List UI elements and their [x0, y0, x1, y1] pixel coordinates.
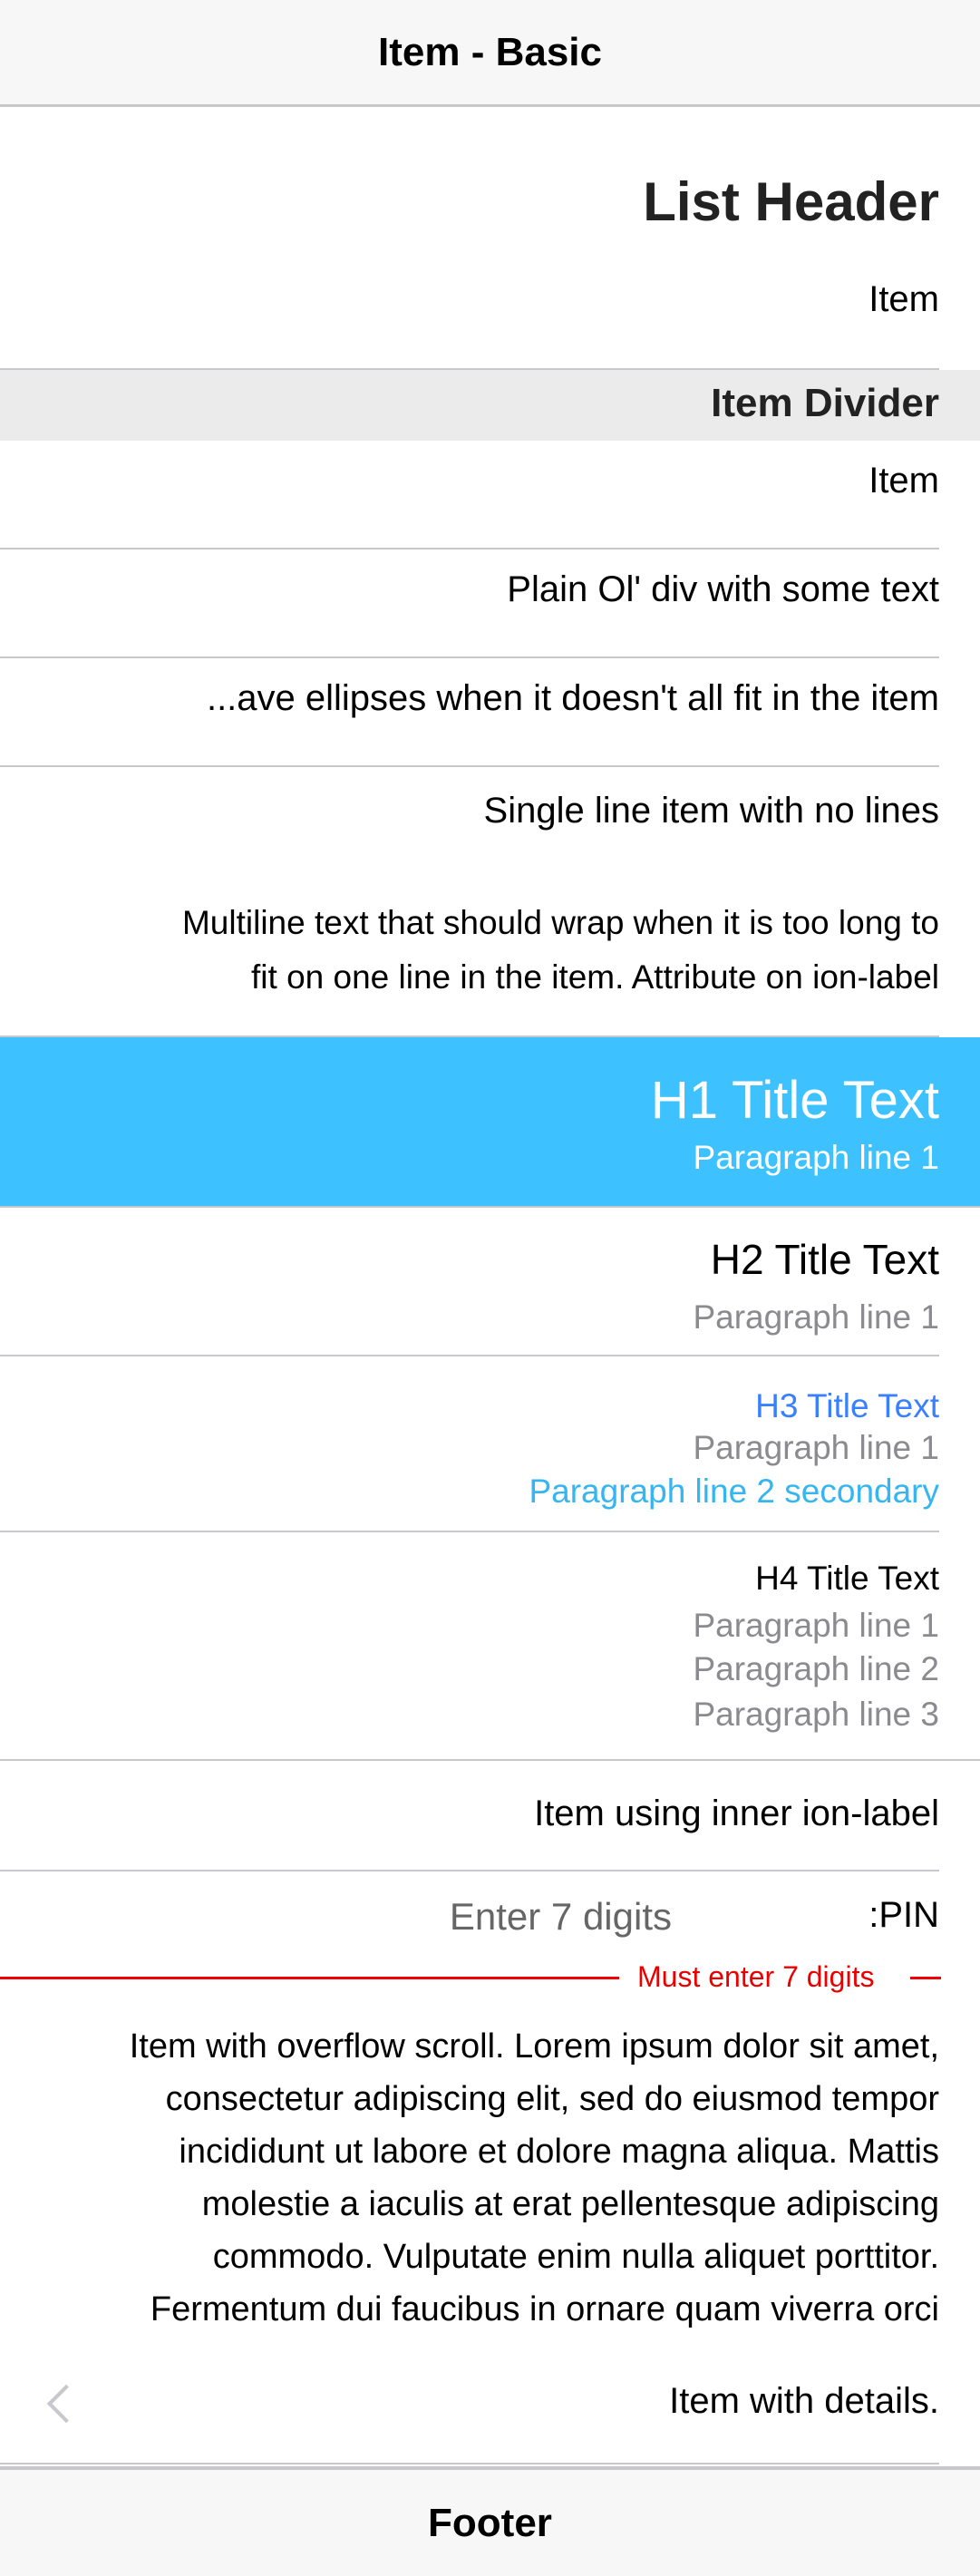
h2-title: H2 Title Text [710, 1236, 939, 1283]
overflow-line: incididunt ut labore et dolore magna ali… [179, 2133, 939, 2171]
page-title: Item - Basic [378, 29, 602, 74]
h1-title: H1 Title Text [650, 1071, 939, 1130]
h4-paragraph-1: Paragraph line 1 [693, 1607, 939, 1644]
item-separator [0, 548, 939, 549]
list-item[interactable]: Item [0, 453, 980, 524]
list-item-details[interactable]: Item with details. [0, 2359, 980, 2450]
list-item-h2[interactable]: H2 Title Text Paragraph line 1 [0, 1208, 980, 1355]
chevron-left-icon [46, 2384, 86, 2424]
pin-error-underline [0, 1977, 619, 1979]
list-item-h4[interactable]: H4 Title Text Paragraph line 1 Paragraph… [0, 1532, 980, 1759]
list-item-h3[interactable]: H3 Title Text Paragraph line 1 Paragraph… [0, 1356, 980, 1529]
item-separator [0, 656, 939, 658]
h1-paragraph-1: Paragraph line 1 [693, 1139, 939, 1176]
item-separator [0, 2463, 939, 2464]
overflow-line: consectetur adipiscing elit, sed do eius… [165, 2080, 939, 2118]
list-item-multiline[interactable]: Multiline text that should wrap when it … [0, 896, 980, 1023]
multiline-line-1: Multiline text that should wrap when it … [181, 904, 939, 941]
content[interactable]: List Header Item Item Divider Item Plain… [0, 107, 980, 2466]
multiline-line-2: fit on one line in the item. Attribute o… [251, 958, 939, 996]
h3-paragraph-2-secondary: Paragraph line 2 secondary [529, 1473, 939, 1510]
overflow-scroll-text[interactable]: Item with overflow scroll. Lorem ipsum d… [33, 2020, 939, 2336]
overflow-line: Fermentum dui faucibus in ornare quam vi… [150, 2290, 939, 2328]
h3-paragraph-1: Paragraph line 1 [693, 1429, 939, 1466]
pin-error-underline-end [910, 1977, 941, 1979]
pin-label: :PIN [868, 1895, 939, 1935]
list-item-inner-label[interactable]: Item using inner ion-label [0, 1761, 980, 1868]
page: Item - Basic List Header Item Item Divid… [0, 0, 980, 2576]
list-item-h1-primary[interactable]: H1 Title Text Paragraph line 1 [0, 1037, 980, 1206]
list-header: List Header [0, 170, 980, 243]
single-line-text: Single line item with no lines [483, 791, 939, 831]
header-toolbar: Item - Basic [0, 0, 980, 107]
overflow-line: commodo. Vulputate enim nulla aliquet po… [212, 2238, 939, 2276]
inner-label-text: Item using inner ion-label [534, 1793, 939, 1833]
item-divider: Item Divider [0, 370, 980, 441]
list-header-label: List Header [643, 171, 939, 232]
h2-paragraph-1: Paragraph line 1 [693, 1298, 939, 1336]
list-item-pin[interactable]: :PIN Must enter 7 digits [0, 1871, 980, 1993]
plain-div-text: Plain Ol' div with some text [507, 569, 939, 609]
h3-title: H3 Title Text [755, 1387, 939, 1424]
overflow-line: molestie a iaculis at erat pellentesque … [201, 2185, 939, 2223]
list-item[interactable]: Item [0, 276, 980, 330]
h4-paragraph-3: Paragraph line 3 [693, 1696, 939, 1733]
h4-paragraph-2: Paragraph line 2 [693, 1650, 939, 1687]
item-separator [0, 765, 939, 767]
item-label: Item [868, 461, 939, 501]
h4-title: H4 Title Text [755, 1560, 939, 1597]
item-label: Item [868, 279, 939, 319]
list-item-plain-div[interactable]: Plain Ol' div with some text [0, 560, 980, 631]
item-divider-label: Item Divider [711, 381, 939, 425]
multiline-label: Multiline text that should wrap when it … [182, 896, 939, 1005]
pin-input[interactable] [218, 1890, 672, 1944]
pin-error-message: Must enter 7 digits [637, 1960, 875, 1993]
details-text: Item with details. [669, 2381, 939, 2421]
overflow-line: Item with overflow scroll. Lorem ipsum d… [129, 2027, 939, 2066]
list-item-ellipsis[interactable]: ...ave ellipses when it doesn't all fit … [0, 669, 980, 740]
ellipsis-text: ...ave ellipses when it doesn't all fit … [206, 678, 939, 718]
list-item-no-lines[interactable]: Single line item with no lines [0, 782, 980, 852]
footer-toolbar: Footer [0, 2466, 980, 2576]
footer-title: Footer [428, 2500, 552, 2545]
